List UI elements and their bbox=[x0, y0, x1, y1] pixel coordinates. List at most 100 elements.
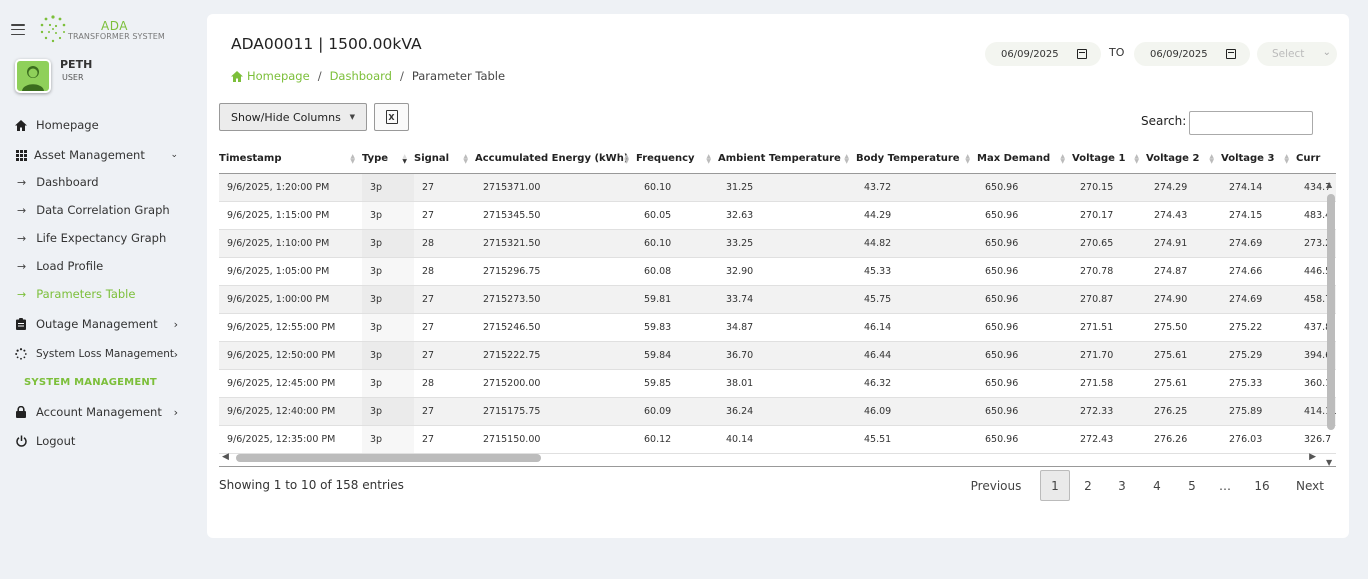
table-cell: 27 bbox=[414, 425, 475, 454]
entries-info: Showing 1 to 10 of 158 entries bbox=[219, 478, 404, 492]
sidebar-item-parameters-table[interactable]: → Parameters Table bbox=[0, 283, 200, 305]
column-header[interactable]: Voltage 1 ▲ ▼ bbox=[1072, 144, 1146, 174]
column-header[interactable]: Max Demand ▲ ▼ bbox=[977, 144, 1072, 174]
scroll-left-icon[interactable]: ◀ bbox=[222, 452, 229, 462]
table-cell: 59.84 bbox=[636, 341, 718, 370]
calendar-icon[interactable] bbox=[1226, 49, 1236, 59]
table-cell: 276.25 bbox=[1146, 397, 1221, 426]
sidebar-item-logout[interactable]: Logout bbox=[0, 430, 200, 452]
column-header[interactable]: Voltage 2 ▲ ▼ bbox=[1146, 144, 1221, 174]
table-cell: 650.96 bbox=[977, 397, 1072, 426]
user-avatar-icon bbox=[22, 66, 44, 91]
sidebar-item-system-loss-management[interactable]: System Loss Management › bbox=[0, 343, 200, 365]
table-cell: 272.43 bbox=[1072, 425, 1146, 454]
column-header[interactable]: Body Temperature ▲ ▼ bbox=[856, 144, 977, 174]
sort-icon[interactable]: ▲ ▼ bbox=[1134, 154, 1139, 165]
table-cell: 27 bbox=[414, 397, 475, 426]
page-button-2[interactable]: 2 bbox=[1075, 470, 1101, 501]
table-cell: 2715345.50 bbox=[475, 201, 636, 230]
sort-icon[interactable]: ▲ ▼ bbox=[965, 154, 970, 165]
table-cell: 650.96 bbox=[977, 425, 1072, 454]
sidebar-item-homepage[interactable]: Homepage bbox=[0, 114, 200, 136]
user-name: PETH bbox=[60, 58, 93, 71]
sort-icon[interactable]: ▲ ▼ bbox=[1060, 154, 1065, 165]
table-cell: 271.70 bbox=[1072, 341, 1146, 370]
menu-icon[interactable] bbox=[11, 24, 25, 36]
column-header[interactable]: Voltage 3 ▲ ▼ bbox=[1221, 144, 1296, 174]
table-cell: 27 bbox=[414, 341, 475, 370]
page-button-1[interactable]: 1 bbox=[1040, 470, 1070, 501]
table-row: 9/6/2025, 12:35:00 PM 3p 27 2715150.00 60.12… bbox=[219, 425, 1336, 454]
table-cell: 2715222.75 bbox=[475, 341, 636, 370]
column-header[interactable]: Ambient Temperature ▲ ▼ bbox=[718, 144, 856, 174]
column-header[interactable]: Accumulated Energy (kWh) ▲ ▼ bbox=[475, 144, 636, 174]
breadcrumb-dashboard[interactable]: Dashboard bbox=[330, 69, 392, 83]
export-excel-button[interactable]: X bbox=[374, 103, 409, 131]
table-cell: 46.44 bbox=[856, 341, 977, 370]
table-cell: 28 bbox=[414, 257, 475, 286]
horizontal-scrollbar[interactable]: ◀ ▶ bbox=[219, 451, 1324, 465]
horizontal-scroll-thumb[interactable] bbox=[236, 454, 541, 462]
date-from-input[interactable]: 06/09/2025 bbox=[985, 42, 1101, 66]
scroll-up-icon[interactable]: ▲ bbox=[1326, 180, 1332, 189]
page-ellipsis: … bbox=[1219, 478, 1231, 493]
sort-icon[interactable]: ▲ ▼ bbox=[350, 154, 355, 165]
sidebar-item-account-management[interactable]: Account Management › bbox=[0, 401, 200, 423]
column-header[interactable]: Type ▲ ▼ bbox=[362, 144, 414, 174]
table-cell: 9/6/2025, 12:40:00 PM bbox=[219, 397, 362, 426]
column-header[interactable]: Signal ▲ ▼ bbox=[414, 144, 475, 174]
column-header[interactable]: Timestamp ▲ ▼ bbox=[219, 144, 362, 174]
table-cell: 274.15 bbox=[1221, 201, 1296, 230]
sort-icon[interactable]: ▲ ▼ bbox=[1284, 154, 1289, 165]
table-body: 9/6/2025, 1:20:00 PM 3p 27 2715371.00 60.10 3… bbox=[219, 173, 1336, 454]
previous-button[interactable]: Previous bbox=[965, 470, 1027, 501]
sort-icon[interactable]: ▲ ▼ bbox=[1209, 154, 1214, 165]
calendar-icon[interactable] bbox=[1077, 49, 1087, 59]
table-cell: 9/6/2025, 1:15:00 PM bbox=[219, 201, 362, 230]
page-button-3[interactable]: 3 bbox=[1109, 470, 1135, 501]
table-cell: 9/6/2025, 12:35:00 PM bbox=[219, 425, 362, 454]
next-button[interactable]: Next bbox=[1291, 470, 1329, 501]
sidebar: ADA TRANSFORMER SYSTEM PETH USER Homepag… bbox=[0, 0, 200, 579]
vertical-scrollbar[interactable]: ▲ ▼ bbox=[1324, 180, 1338, 467]
table-cell: 274.14 bbox=[1221, 173, 1296, 202]
sort-icon[interactable]: ▲ ▼ bbox=[624, 154, 629, 165]
table-cell: 9/6/2025, 1:20:00 PM bbox=[219, 173, 362, 202]
sort-icon[interactable]: ▲ ▼ bbox=[463, 154, 468, 165]
sort-icon[interactable]: ▲ ▼ bbox=[844, 154, 849, 165]
sidebar-item-asset-management[interactable]: Asset Management ⌄ bbox=[0, 144, 200, 166]
table-cell: 274.29 bbox=[1146, 173, 1221, 202]
asset-select[interactable]: Select ⌄ bbox=[1257, 42, 1337, 66]
show-hide-columns-button[interactable]: Show/Hide Columns ▼ bbox=[219, 103, 367, 131]
date-to-input[interactable]: 06/09/2025 bbox=[1134, 42, 1250, 66]
breadcrumb-homepage[interactable]: Homepage bbox=[231, 69, 310, 83]
table-cell: 2715175.75 bbox=[475, 397, 636, 426]
sidebar-item-life-expectancy-graph[interactable]: → Life Expectancy Graph bbox=[0, 227, 200, 249]
arrow-right-icon: → bbox=[17, 259, 27, 273]
sidebar-item-label: Homepage bbox=[36, 118, 99, 132]
page-button-4[interactable]: 4 bbox=[1144, 470, 1170, 501]
sidebar-item-data-correlation-graph[interactable]: → Data Correlation Graph bbox=[0, 199, 200, 221]
table-cell: 46.09 bbox=[856, 397, 977, 426]
search-input[interactable] bbox=[1189, 111, 1313, 135]
sidebar-item-load-profile[interactable]: → Load Profile bbox=[0, 255, 200, 277]
table-cell: 59.83 bbox=[636, 313, 718, 342]
parameter-table: Timestamp ▲ ▼ Type ▲ ▼ Signal ▲ ▼ Accumulated Ene… bbox=[219, 144, 1336, 454]
page-button-5[interactable]: 5 bbox=[1179, 470, 1205, 501]
sidebar-item-dashboard[interactable]: → Dashboard bbox=[0, 171, 200, 193]
column-header[interactable]: Curr bbox=[1296, 144, 1336, 174]
table-cell: 40.14 bbox=[718, 425, 856, 454]
sidebar-item-outage-management[interactable]: Outage Management › bbox=[0, 313, 200, 335]
table-cell: 27 bbox=[414, 285, 475, 314]
column-header[interactable]: Frequency ▲ ▼ bbox=[636, 144, 718, 174]
vertical-scroll-thumb[interactable] bbox=[1327, 194, 1335, 430]
page-button-16[interactable]: 16 bbox=[1249, 470, 1275, 501]
grid-icon bbox=[13, 149, 29, 161]
scroll-right-icon[interactable]: ▶ bbox=[1309, 452, 1316, 462]
table-cell: 2715321.50 bbox=[475, 229, 636, 258]
column-header-label: Accumulated Energy (kWh) bbox=[475, 152, 629, 164]
sort-icon[interactable]: ▲ ▼ bbox=[402, 154, 407, 165]
table-cell: 60.12 bbox=[636, 425, 718, 454]
sort-icon[interactable]: ▲ ▼ bbox=[706, 154, 711, 165]
table-row: 9/6/2025, 12:40:00 PM 3p 27 2715175.75 60.09… bbox=[219, 397, 1336, 426]
